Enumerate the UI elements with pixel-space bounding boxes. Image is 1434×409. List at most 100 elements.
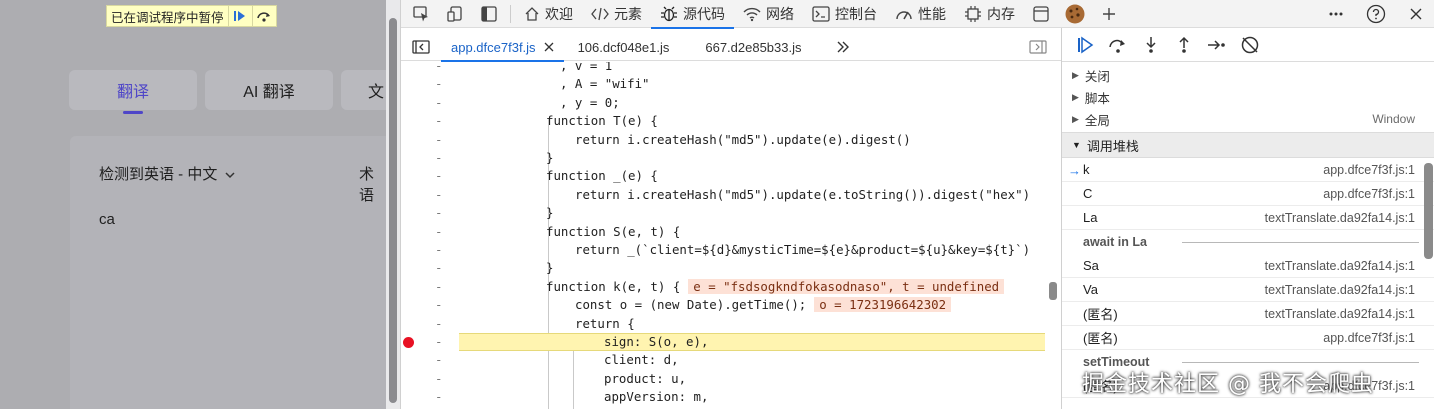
scope-section-script[interactable]: ▶ 脚本 bbox=[1062, 86, 1434, 108]
call-stack-frame[interactable]: (匿名) app.dfce7f3f.js:1 bbox=[1062, 326, 1434, 350]
resume-button[interactable] bbox=[227, 6, 252, 26]
scope-section-closure[interactable]: ▶ 关闭 bbox=[1062, 64, 1434, 86]
tab-performance-label: 性能 bbox=[918, 5, 946, 22]
code-text-content: return i.createHash("md5").update(e.toSt… bbox=[575, 186, 1031, 202]
toggle-debugger-sidebar-button[interactable] bbox=[1021, 33, 1055, 61]
tab-document[interactable]: 文 bbox=[341, 70, 386, 110]
line-marker: - bbox=[435, 205, 443, 221]
step-into-button[interactable] bbox=[1134, 31, 1167, 59]
application-panel-button[interactable] bbox=[1024, 0, 1058, 28]
devtools-window: 欢迎 元素 源代码 网络 控制台 性能 内存 app.dfce7f3f.js 1… bbox=[400, 0, 1434, 409]
code-line[interactable]: - product: u, bbox=[401, 370, 1049, 388]
frame-location[interactable]: app.dfce7f3f.js:1 bbox=[1323, 163, 1415, 177]
toggle-sidebar-button[interactable] bbox=[472, 0, 506, 28]
code-line[interactable]: - , y = 0; bbox=[401, 94, 1049, 112]
page-scrollbar[interactable] bbox=[386, 0, 400, 409]
performance-icon bbox=[896, 10, 912, 19]
tab-console-label: 控制台 bbox=[835, 5, 877, 22]
frame-location[interactable]: textTranslate.da92fa14.js:1 bbox=[1265, 283, 1415, 297]
code-line[interactable]: - client: d, bbox=[401, 351, 1049, 369]
call-stack-frame[interactable]: La textTranslate.da92fa14.js:1 bbox=[1062, 206, 1434, 230]
tab-network[interactable]: 网络 bbox=[734, 0, 803, 28]
code-line[interactable]: - const o = (new Date).getTime(); o = 1723… bbox=[401, 296, 1049, 314]
tab-welcome[interactable]: 欢迎 bbox=[515, 0, 582, 28]
call-stack-header[interactable]: ▼ 调用堆栈 bbox=[1062, 132, 1434, 158]
cookie-tool-button[interactable] bbox=[1058, 0, 1092, 28]
code-text-content: function T(e) { bbox=[546, 113, 658, 129]
file-tab-app-js[interactable]: app.dfce7f3f.js bbox=[441, 34, 564, 62]
code-editor[interactable]: - , v = 1 - , A = "wifi" - , y = 0; - functi… bbox=[401, 62, 1061, 409]
line-marker: - bbox=[435, 370, 443, 386]
frame-location[interactable]: textTranslate.da92fa14.js:1 bbox=[1265, 259, 1415, 273]
line-marker: - bbox=[435, 131, 443, 147]
code-line[interactable]: - function k(e, t) {e = "fsdsogkndfokasod… bbox=[401, 278, 1049, 296]
file-tab-667-js[interactable]: 667.d2e85b33.js bbox=[695, 34, 811, 61]
page-scrollbar-thumb[interactable] bbox=[389, 18, 397, 403]
close-devtools-button[interactable] bbox=[1399, 0, 1433, 28]
tab-elements[interactable]: 元素 bbox=[582, 0, 651, 28]
step-over-icon bbox=[1108, 39, 1125, 53]
inspect-element-button[interactable] bbox=[404, 0, 438, 28]
call-stack-frame[interactable]: Capp.dfce7f3f.js:1 bbox=[1062, 182, 1434, 206]
tab-sources[interactable]: 源代码 bbox=[651, 0, 734, 29]
device-emulation-button[interactable] bbox=[438, 0, 472, 28]
scope-section-global[interactable]: ▶ 全局 Window bbox=[1062, 108, 1434, 130]
code-text-content: } bbox=[546, 150, 554, 165]
frame-name: Sa bbox=[1083, 258, 1099, 273]
code-text: function k(e, t) {e = "fsdsogkndfokasodn… bbox=[546, 278, 1005, 296]
code-line[interactable]: - , A = "wifi" bbox=[401, 75, 1049, 93]
step-button[interactable] bbox=[1200, 31, 1233, 59]
deactivate-breakpoints-button[interactable] bbox=[1233, 31, 1266, 59]
term-button[interactable]: 术语 bbox=[359, 163, 386, 205]
call-stack-frame[interactable]: Sa textTranslate.da92fa14.js:1 bbox=[1062, 254, 1434, 278]
frame-location[interactable]: textTranslate.da92fa14.js:1 bbox=[1265, 211, 1415, 225]
tab-document-label: 文 bbox=[368, 84, 385, 101]
frame-location[interactable]: app.dfce7f3f.js:1 bbox=[1323, 331, 1415, 345]
call-stack-frame[interactable]: (匿名) textTranslate.da92fa14.js:1 bbox=[1062, 302, 1434, 326]
code-line[interactable]: - function S(e, t) { bbox=[401, 223, 1049, 241]
code-line[interactable]: - function _(e) { bbox=[401, 167, 1049, 185]
customize-menu-button[interactable] bbox=[1319, 0, 1353, 28]
code-line[interactable]: - , v = 1 bbox=[401, 62, 1049, 75]
close-tab-icon[interactable] bbox=[544, 42, 554, 52]
call-stack-frame-current[interactable]: → k app.dfce7f3f.js:1 bbox=[1062, 158, 1434, 182]
step-out-button[interactable] bbox=[1167, 31, 1200, 59]
source-text-input[interactable]: ca bbox=[99, 211, 115, 228]
code-text-content: , y = 0; bbox=[560, 94, 620, 110]
help-button[interactable] bbox=[1359, 0, 1393, 28]
code-line-paused[interactable]: - sign: S(o, e), bbox=[401, 333, 1049, 352]
line-marker: - bbox=[435, 334, 443, 349]
tab-ai-translate[interactable]: AI 翻译 bbox=[205, 70, 333, 110]
more-tabs-button[interactable] bbox=[826, 33, 860, 61]
code-line[interactable]: - return i.createHash("md5").update(e.toS… bbox=[401, 186, 1049, 204]
tab-console[interactable]: 控制台 bbox=[803, 0, 886, 28]
breakpoints-off-icon bbox=[1241, 36, 1258, 53]
resume-button[interactable] bbox=[1068, 31, 1101, 59]
code-scrollbar[interactable] bbox=[1048, 62, 1061, 409]
frame-location[interactable]: app.dfce7f3f.js:1 bbox=[1323, 187, 1415, 201]
file-tab-106-js[interactable]: 106.dcf048e1.js bbox=[568, 34, 680, 61]
code-line[interactable]: - appVersion: m, bbox=[401, 388, 1049, 406]
line-marker: - bbox=[435, 62, 443, 73]
code-line[interactable]: - return i.createHash("md5").update(e).di… bbox=[401, 131, 1049, 149]
code-line[interactable]: - return { bbox=[401, 315, 1049, 333]
step-over-button[interactable] bbox=[1101, 31, 1134, 59]
code-line[interactable]: -} bbox=[401, 259, 1049, 277]
call-stack-frame[interactable]: Va textTranslate.da92fa14.js:1 bbox=[1062, 278, 1434, 302]
toggle-navigator-button[interactable] bbox=[401, 33, 441, 61]
wifi-icon bbox=[743, 7, 761, 21]
tab-performance[interactable]: 性能 bbox=[886, 0, 955, 28]
sidebar-scrollbar-thumb[interactable] bbox=[1424, 163, 1433, 259]
tab-translate[interactable]: 翻译 bbox=[69, 70, 197, 114]
code-line[interactable]: - return _(`client=${d}&mysticTime=${e}&p… bbox=[401, 241, 1049, 259]
code-line[interactable]: - function T(e) { bbox=[401, 112, 1049, 130]
more-tools-button[interactable] bbox=[1092, 0, 1126, 28]
step-over-button[interactable] bbox=[251, 6, 276, 26]
code-line[interactable]: -} bbox=[401, 149, 1049, 167]
code-line[interactable]: -} bbox=[401, 204, 1049, 222]
language-selector[interactable]: 检测到英语 - 中文 bbox=[99, 163, 235, 184]
frame-location[interactable]: textTranslate.da92fa14.js:1 bbox=[1265, 307, 1415, 321]
code-scrollbar-thumb[interactable] bbox=[1049, 282, 1057, 300]
breakpoint-marker[interactable] bbox=[403, 337, 414, 348]
tab-memory[interactable]: 内存 bbox=[955, 0, 1024, 28]
